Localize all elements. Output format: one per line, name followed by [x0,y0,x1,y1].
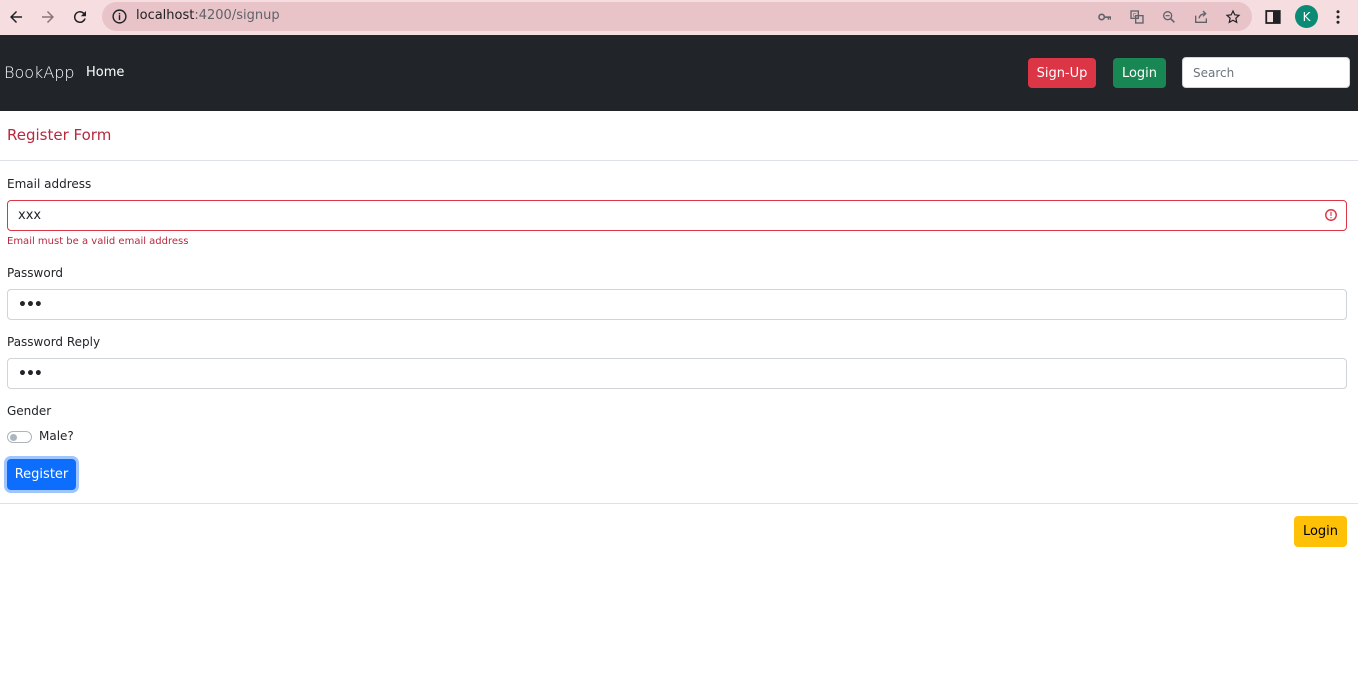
forward-button[interactable] [35,4,61,30]
password-field[interactable]: ••• [7,289,1347,320]
card-footer-divider [0,503,1358,504]
gender-label: Gender [7,404,52,418]
browser-toolbar: localhost:4200/signup G K [0,0,1358,35]
zoom-icon [1163,11,1175,23]
back-button[interactable] [3,4,29,30]
card-header-divider [0,160,1358,161]
email-field[interactable]: xxx [7,200,1347,231]
zoom-button[interactable] [1160,8,1178,26]
arrow-right-icon [42,11,54,23]
male-toggle-label[interactable]: Male? [39,429,74,443]
url-host: localhost [136,8,195,23]
signup-button[interactable]: Sign-Up [1028,58,1096,88]
password-label: Password [7,266,64,280]
browser-menu-button[interactable] [1327,6,1349,28]
info-icon [112,9,127,24]
star-icon [1225,9,1241,24]
password-reply-label: Password Reply [7,335,101,349]
url-path: :4200/signup [194,8,280,23]
arrow-left-icon [10,11,22,23]
side-panel-button[interactable] [1262,6,1284,28]
password-reply-field[interactable]: ••• [7,358,1347,389]
reload-button[interactable] [67,4,93,30]
reload-icon [73,11,86,24]
switch-knob [10,434,17,441]
password-key-button[interactable] [1096,8,1114,26]
password-reply-value: ••• [18,365,43,382]
error-icon [1325,209,1337,221]
bookmark-button[interactable] [1224,8,1242,26]
side-panel-icon [1265,10,1281,24]
register-button[interactable]: Register [7,459,76,490]
brand-link[interactable]: BookApp [4,63,75,82]
address-bar[interactable]: localhost:4200/signup G [102,2,1252,31]
svg-text:G: G [1133,13,1137,19]
share-icon [1195,10,1207,23]
male-toggle-switch[interactable] [7,431,32,443]
share-button[interactable] [1192,8,1210,26]
email-value: xxx [18,208,42,223]
nav-home-link[interactable]: Home [86,65,124,80]
key-icon [1098,13,1111,21]
translate-icon: G [1130,10,1144,24]
translate-button[interactable]: G [1128,8,1146,26]
app-navbar: BookApp Home Sign-Up Login [0,35,1358,111]
form-title: Register Form [7,126,112,144]
search-input[interactable] [1182,57,1350,88]
kebab-menu-icon [1336,10,1340,24]
email-error-message: Email must be a valid email address [7,236,189,247]
url-text: localhost:4200/signup [136,8,280,23]
footer-login-button[interactable]: Login [1294,516,1347,547]
navbar-login-button[interactable]: Login [1113,58,1166,88]
profile-avatar[interactable]: K [1295,5,1318,28]
password-value: ••• [18,296,43,313]
email-label: Email address [7,177,92,191]
